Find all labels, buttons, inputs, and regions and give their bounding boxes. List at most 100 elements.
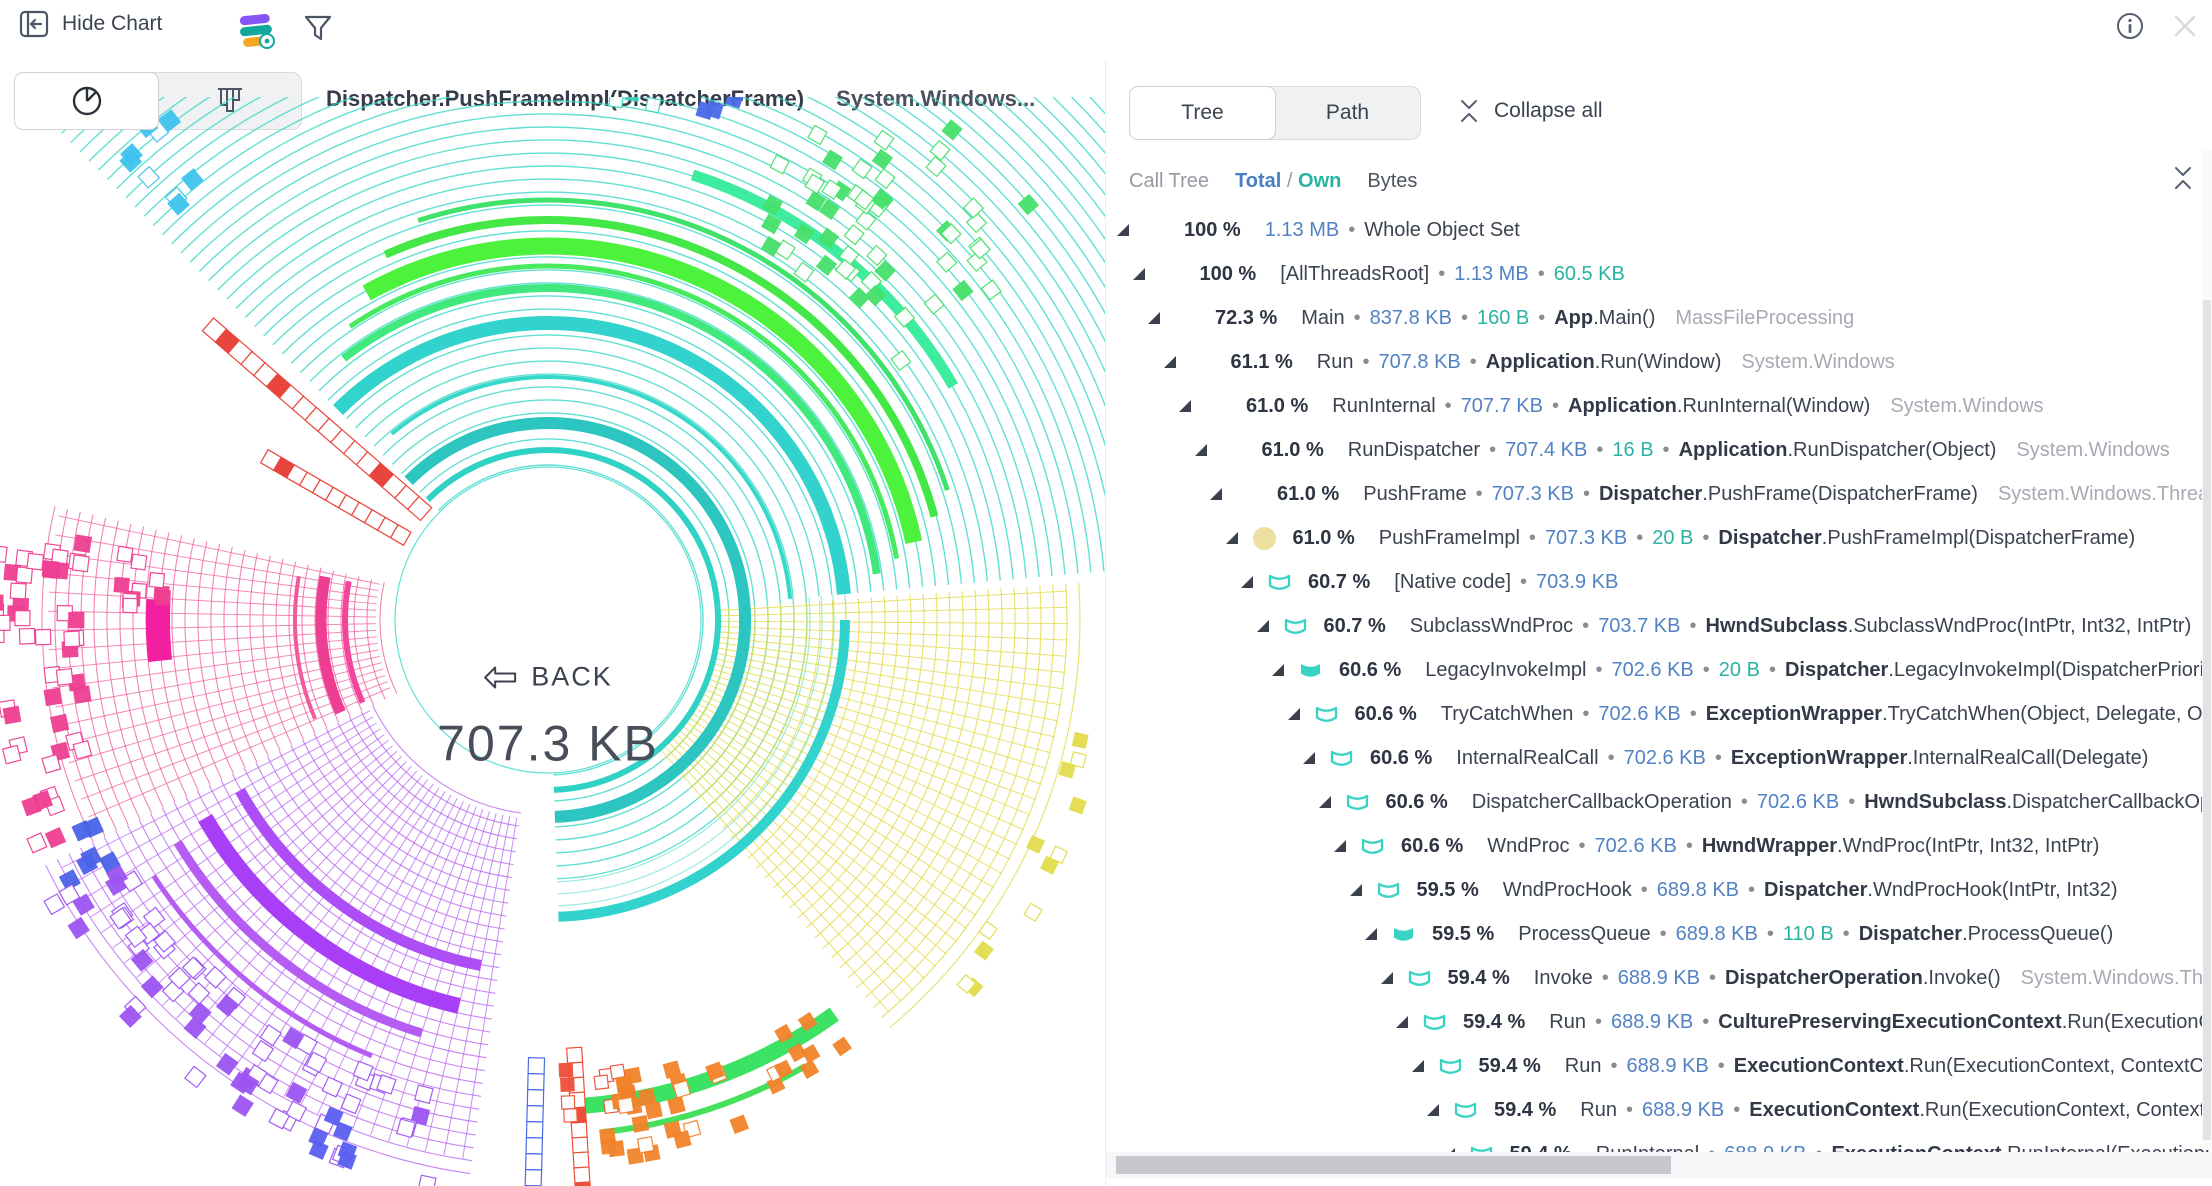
row-total-size[interactable]: 702.6 KB xyxy=(1624,747,1706,770)
row-total-size[interactable]: 688.9 KB xyxy=(1642,1099,1724,1122)
sunburst-view-button[interactable] xyxy=(14,72,159,130)
tab-path[interactable]: Path xyxy=(1275,87,1420,139)
chart-sector-icon xyxy=(1360,835,1385,858)
row-own-size[interactable]: 20 B xyxy=(1652,527,1693,550)
collapse-all-button[interactable]: Collapse all xyxy=(1456,98,1603,124)
row-own-size[interactable]: 60.5 KB xyxy=(1554,263,1625,286)
row-total-size[interactable]: 689.8 KB xyxy=(1676,923,1758,946)
expand-arrow[interactable] xyxy=(1427,1104,1439,1116)
expand-arrow[interactable] xyxy=(1241,576,1253,588)
row-total-size[interactable]: 837.8 KB xyxy=(1370,307,1452,330)
row-total-size[interactable]: 707.3 KB xyxy=(1492,483,1574,506)
row-own-size[interactable]: 20 B xyxy=(1719,659,1760,682)
object-set-layers-icon[interactable] xyxy=(233,8,279,59)
row-total-size[interactable]: 707.4 KB xyxy=(1505,439,1587,462)
expand-arrow[interactable] xyxy=(1148,312,1160,324)
tree-row[interactable]: 60.7 %[Native code]•703.9 KB xyxy=(1106,560,2212,604)
row-name: [Native code] xyxy=(1394,571,1511,594)
tree-row[interactable]: 61.0 %PushFrameImpl•707.3 KB•20 B•Dispat… xyxy=(1106,516,2212,560)
bullet-separator: • xyxy=(1848,791,1855,814)
total-own-toggle[interactable]: Total / Own xyxy=(1235,170,1341,193)
tree-row[interactable]: 59.4 %Run•688.9 KB•CulturePreservingExec… xyxy=(1106,1000,2212,1044)
sunburst-chart[interactable]: BACK 707.3 KB xyxy=(0,97,1105,1186)
expand-arrow[interactable] xyxy=(1195,444,1207,456)
back-button[interactable]: BACK xyxy=(483,662,613,693)
tab-tree[interactable]: Tree xyxy=(1129,86,1276,140)
row-total-size[interactable]: 707.7 KB xyxy=(1461,395,1543,418)
expand-arrow[interactable] xyxy=(1257,620,1269,632)
hide-chart-button[interactable]: Hide Chart xyxy=(18,8,162,40)
expand-arrow[interactable] xyxy=(1303,752,1315,764)
expand-arrow[interactable] xyxy=(1210,488,1222,500)
tree-row[interactable]: 72.3 %Main•837.8 KB•160 B•App.Main()Mass… xyxy=(1106,296,2212,340)
tree-row[interactable]: 61.1 %Run•707.8 KB•Application.Run(Windo… xyxy=(1106,340,2212,384)
tree-row[interactable]: 100 %[AllThreadsRoot]•1.13 MB•60.5 KB xyxy=(1106,252,2212,296)
expand-arrow[interactable] xyxy=(1179,400,1191,412)
tree-row[interactable]: 61.0 %RunInternal•707.7 KB•Application.R… xyxy=(1106,384,2212,428)
expand-arrow[interactable] xyxy=(1412,1060,1424,1072)
row-total-size[interactable]: 703.9 KB xyxy=(1536,571,1618,594)
tree-row[interactable]: 61.0 %RunDispatcher•707.4 KB•16 B•Applic… xyxy=(1106,428,2212,472)
sunburst-svg[interactable] xyxy=(0,97,1105,1186)
row-total-size[interactable]: 707.3 KB xyxy=(1545,527,1627,550)
expand-arrow[interactable] xyxy=(1319,796,1331,808)
row-own-size[interactable]: 16 B xyxy=(1612,439,1653,462)
expand-arrow[interactable] xyxy=(1381,972,1393,984)
row-total-size[interactable]: 702.6 KB xyxy=(1598,703,1680,726)
expand-arrow[interactable] xyxy=(1350,884,1362,896)
expand-arrow[interactable] xyxy=(1288,708,1300,720)
bullet-separator: • xyxy=(1663,439,1670,462)
tree-row[interactable]: 60.6 %InternalRealCall•702.6 KB•Exceptio… xyxy=(1106,736,2212,780)
filter-icon[interactable] xyxy=(302,12,334,49)
tree-row[interactable]: 100 %1.13 MB•Whole Object Set xyxy=(1106,208,2212,252)
row-own-size[interactable]: 110 B xyxy=(1783,923,1834,946)
bullet-separator: • xyxy=(1610,1055,1617,1078)
tree-row[interactable]: 60.6 %WndProc•702.6 KB•HwndWrapper.WndPr… xyxy=(1106,824,2212,868)
row-total-size[interactable]: 1.13 MB xyxy=(1454,263,1528,286)
expand-arrow[interactable] xyxy=(1226,532,1238,544)
row-total-size[interactable]: 688.9 KB xyxy=(1618,967,1700,990)
tree-row[interactable]: 59.4 %Invoke•688.9 KB•DispatcherOperatio… xyxy=(1106,956,2212,1000)
tree-row[interactable]: 60.7 %SubclassWndProc•703.7 KB•HwndSubcl… xyxy=(1106,604,2212,648)
tree-row[interactable]: 61.0 %PushFrame•707.3 KB•Dispatcher.Push… xyxy=(1106,472,2212,516)
expand-arrow[interactable] xyxy=(1365,928,1377,940)
panel-collapse-icon[interactable] xyxy=(2171,164,2195,197)
bullet-separator: • xyxy=(1843,923,1850,946)
row-total-size[interactable]: 688.9 KB xyxy=(1611,1011,1693,1034)
row-total-size[interactable]: 1.13 MB xyxy=(1265,219,1339,242)
hscrollbar-thumb[interactable] xyxy=(1116,1156,1671,1174)
collapse-all-label: Collapse all xyxy=(1494,99,1603,123)
row-total-size[interactable]: 702.6 KB xyxy=(1611,659,1693,682)
tree-row[interactable]: 60.6 %DispatcherCallbackOperation•702.6 … xyxy=(1106,780,2212,824)
expand-arrow[interactable] xyxy=(1272,664,1284,676)
expand-arrow[interactable] xyxy=(1164,356,1176,368)
expand-arrow[interactable] xyxy=(1117,224,1129,236)
chart-sector-icon xyxy=(1314,703,1339,726)
info-icon[interactable] xyxy=(2116,12,2144,40)
row-own-size[interactable]: 160 B xyxy=(1477,307,1529,330)
expand-arrow[interactable] xyxy=(1334,840,1346,852)
close-icon[interactable] xyxy=(2172,13,2198,39)
tree-row[interactable]: 59.5 %WndProcHook•689.8 KB•Dispatcher.Wn… xyxy=(1106,868,2212,912)
row-total-size[interactable]: 703.7 KB xyxy=(1598,615,1680,638)
row-total-size[interactable]: 702.6 KB xyxy=(1595,835,1677,858)
row-total-size[interactable]: 688.9 KB xyxy=(1626,1055,1708,1078)
horizontal-scrollbar[interactable] xyxy=(1106,1152,2212,1178)
expand-arrow[interactable] xyxy=(1133,268,1145,280)
vscrollbar-thumb[interactable] xyxy=(2203,300,2211,1140)
chart-sector-icon xyxy=(1267,571,1292,594)
expand-arrow[interactable] xyxy=(1396,1016,1408,1028)
bytes-unit-label[interactable]: Bytes xyxy=(1367,170,1417,193)
vertical-scrollbar[interactable] xyxy=(2202,150,2212,1150)
tree-row[interactable]: 59.5 %ProcessQueue•689.8 KB•110 B•Dispat… xyxy=(1106,912,2212,956)
tree-row[interactable]: 60.6 %TryCatchWhen•702.6 KB•ExceptionWra… xyxy=(1106,692,2212,736)
tree-row[interactable]: 60.6 %LegacyInvokeImpl•702.6 KB•20 B•Dis… xyxy=(1106,648,2212,692)
row-method: ExecutionContext.Run(ExecutionContext, C… xyxy=(1749,1099,2212,1122)
bullet-separator: • xyxy=(1489,439,1496,462)
tree-row[interactable]: 59.4 %Run•688.9 KB•ExecutionContext.Run(… xyxy=(1106,1044,2212,1088)
tree-row[interactable]: 59.4 %Run•688.9 KB•ExecutionContext.Run(… xyxy=(1106,1088,2212,1132)
row-total-size[interactable]: 702.6 KB xyxy=(1757,791,1839,814)
row-percent: 72.3 % xyxy=(1215,307,1277,330)
row-total-size[interactable]: 707.8 KB xyxy=(1378,351,1460,374)
row-total-size[interactable]: 689.8 KB xyxy=(1657,879,1739,902)
